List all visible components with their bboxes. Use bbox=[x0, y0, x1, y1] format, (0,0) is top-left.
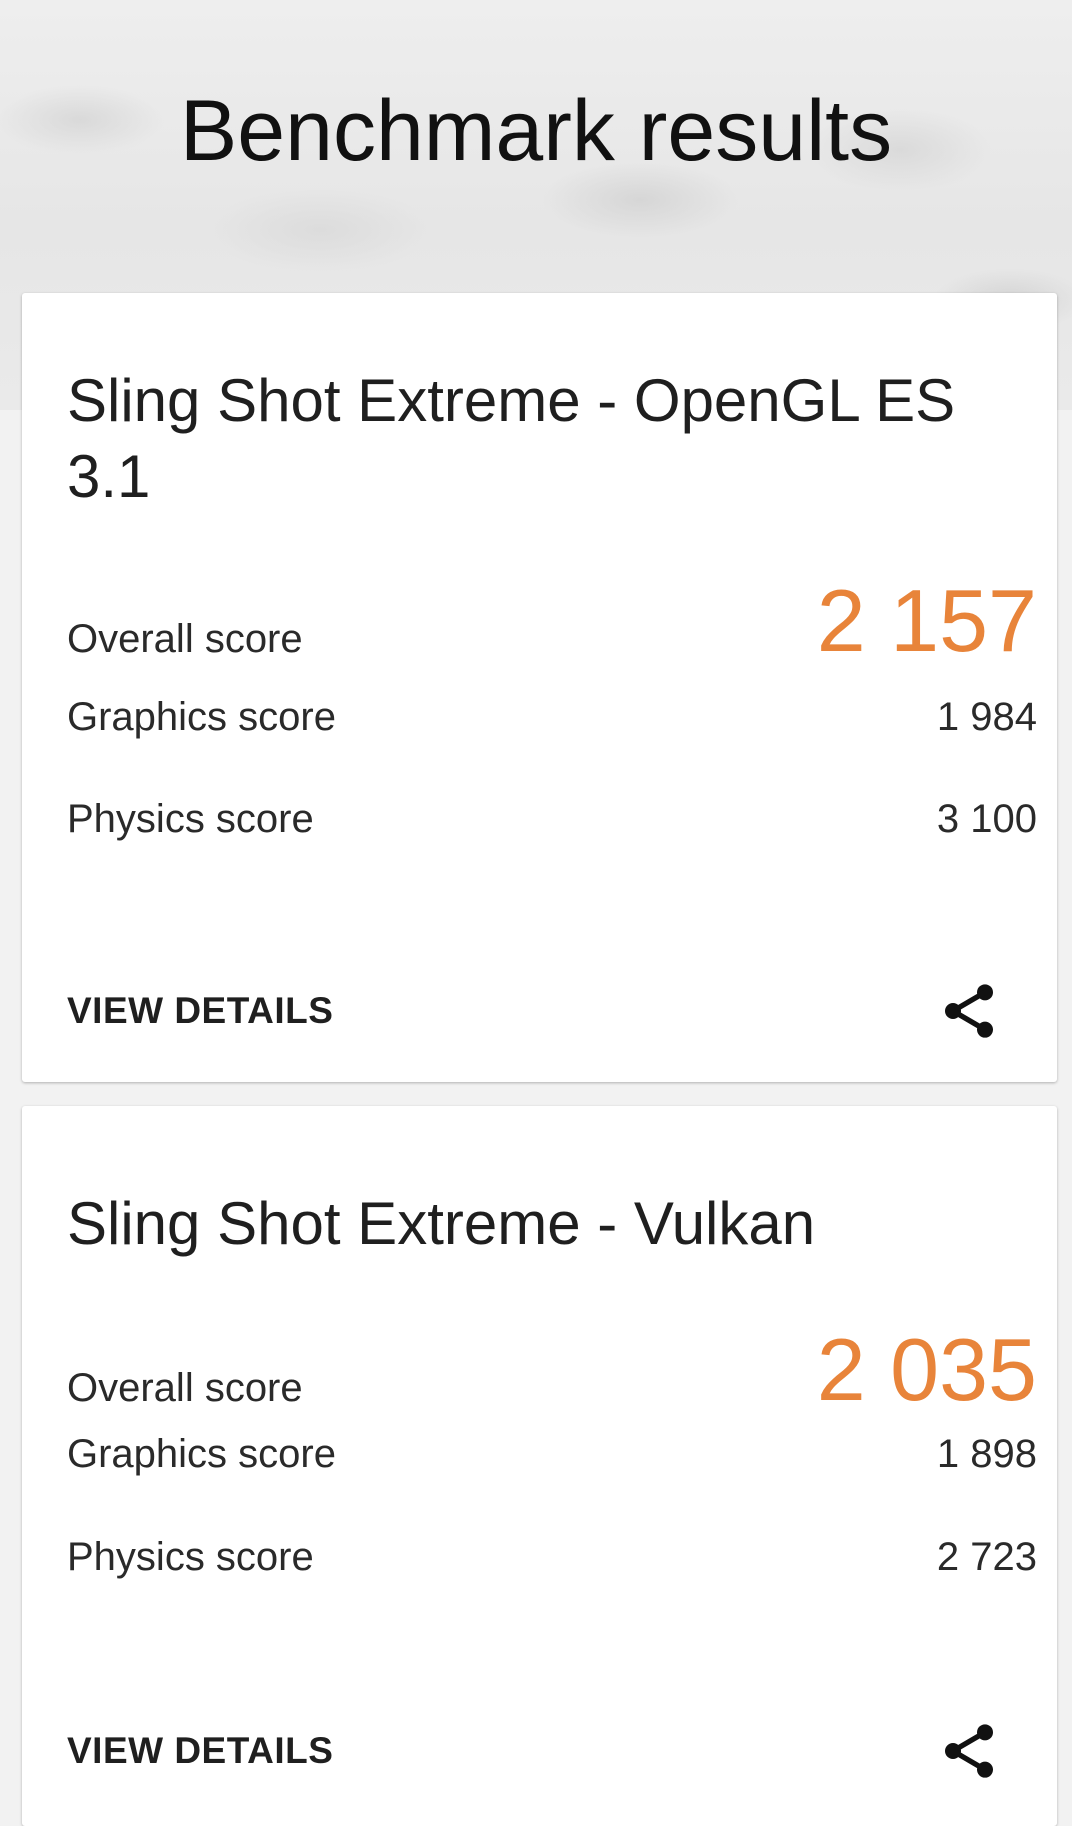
overall-score-row: Overall score 2 157 bbox=[67, 573, 1037, 669]
result-card-opengl: Sling Shot Extreme - OpenGL ES 3.1 Overa… bbox=[22, 293, 1057, 1082]
physics-score-value: 2 723 bbox=[936, 1535, 1037, 1579]
view-details-button[interactable]: VIEW DETAILS bbox=[67, 990, 333, 1032]
graphics-score-label: Graphics score bbox=[67, 695, 336, 739]
physics-score-row: Physics score 3 100 bbox=[67, 763, 1037, 843]
share-icon bbox=[945, 984, 993, 1038]
result-card-vulkan: Sling Shot Extreme - Vulkan Overall scor… bbox=[22, 1106, 1057, 1826]
share-icon bbox=[945, 1724, 993, 1778]
graphics-score-value: 1 984 bbox=[936, 695, 1037, 739]
graphics-score-value: 1 898 bbox=[936, 1432, 1037, 1476]
share-button[interactable] bbox=[937, 1719, 1001, 1783]
share-button[interactable] bbox=[937, 979, 1001, 1043]
overall-score-label: Overall score bbox=[67, 617, 303, 661]
physics-score-label: Physics score bbox=[67, 797, 314, 841]
view-details-button[interactable]: VIEW DETAILS bbox=[67, 1730, 333, 1772]
test-name: Sling Shot Extreme - Vulkan bbox=[67, 1190, 816, 1257]
graphics-score-row: Graphics score 1 984 bbox=[67, 661, 1037, 741]
graphics-score-label: Graphics score bbox=[67, 1432, 336, 1476]
physics-score-label: Physics score bbox=[67, 1535, 314, 1579]
page-title: Benchmark results bbox=[179, 83, 893, 179]
overall-score-value: 2 157 bbox=[816, 571, 1037, 670]
graphics-score-row: Graphics score 1 898 bbox=[67, 1398, 1037, 1478]
physics-score-row: Physics score 2 723 bbox=[67, 1501, 1037, 1581]
physics-score-value: 3 100 bbox=[936, 797, 1037, 841]
test-name: Sling Shot Extreme - OpenGL ES 3.1 bbox=[67, 367, 956, 510]
